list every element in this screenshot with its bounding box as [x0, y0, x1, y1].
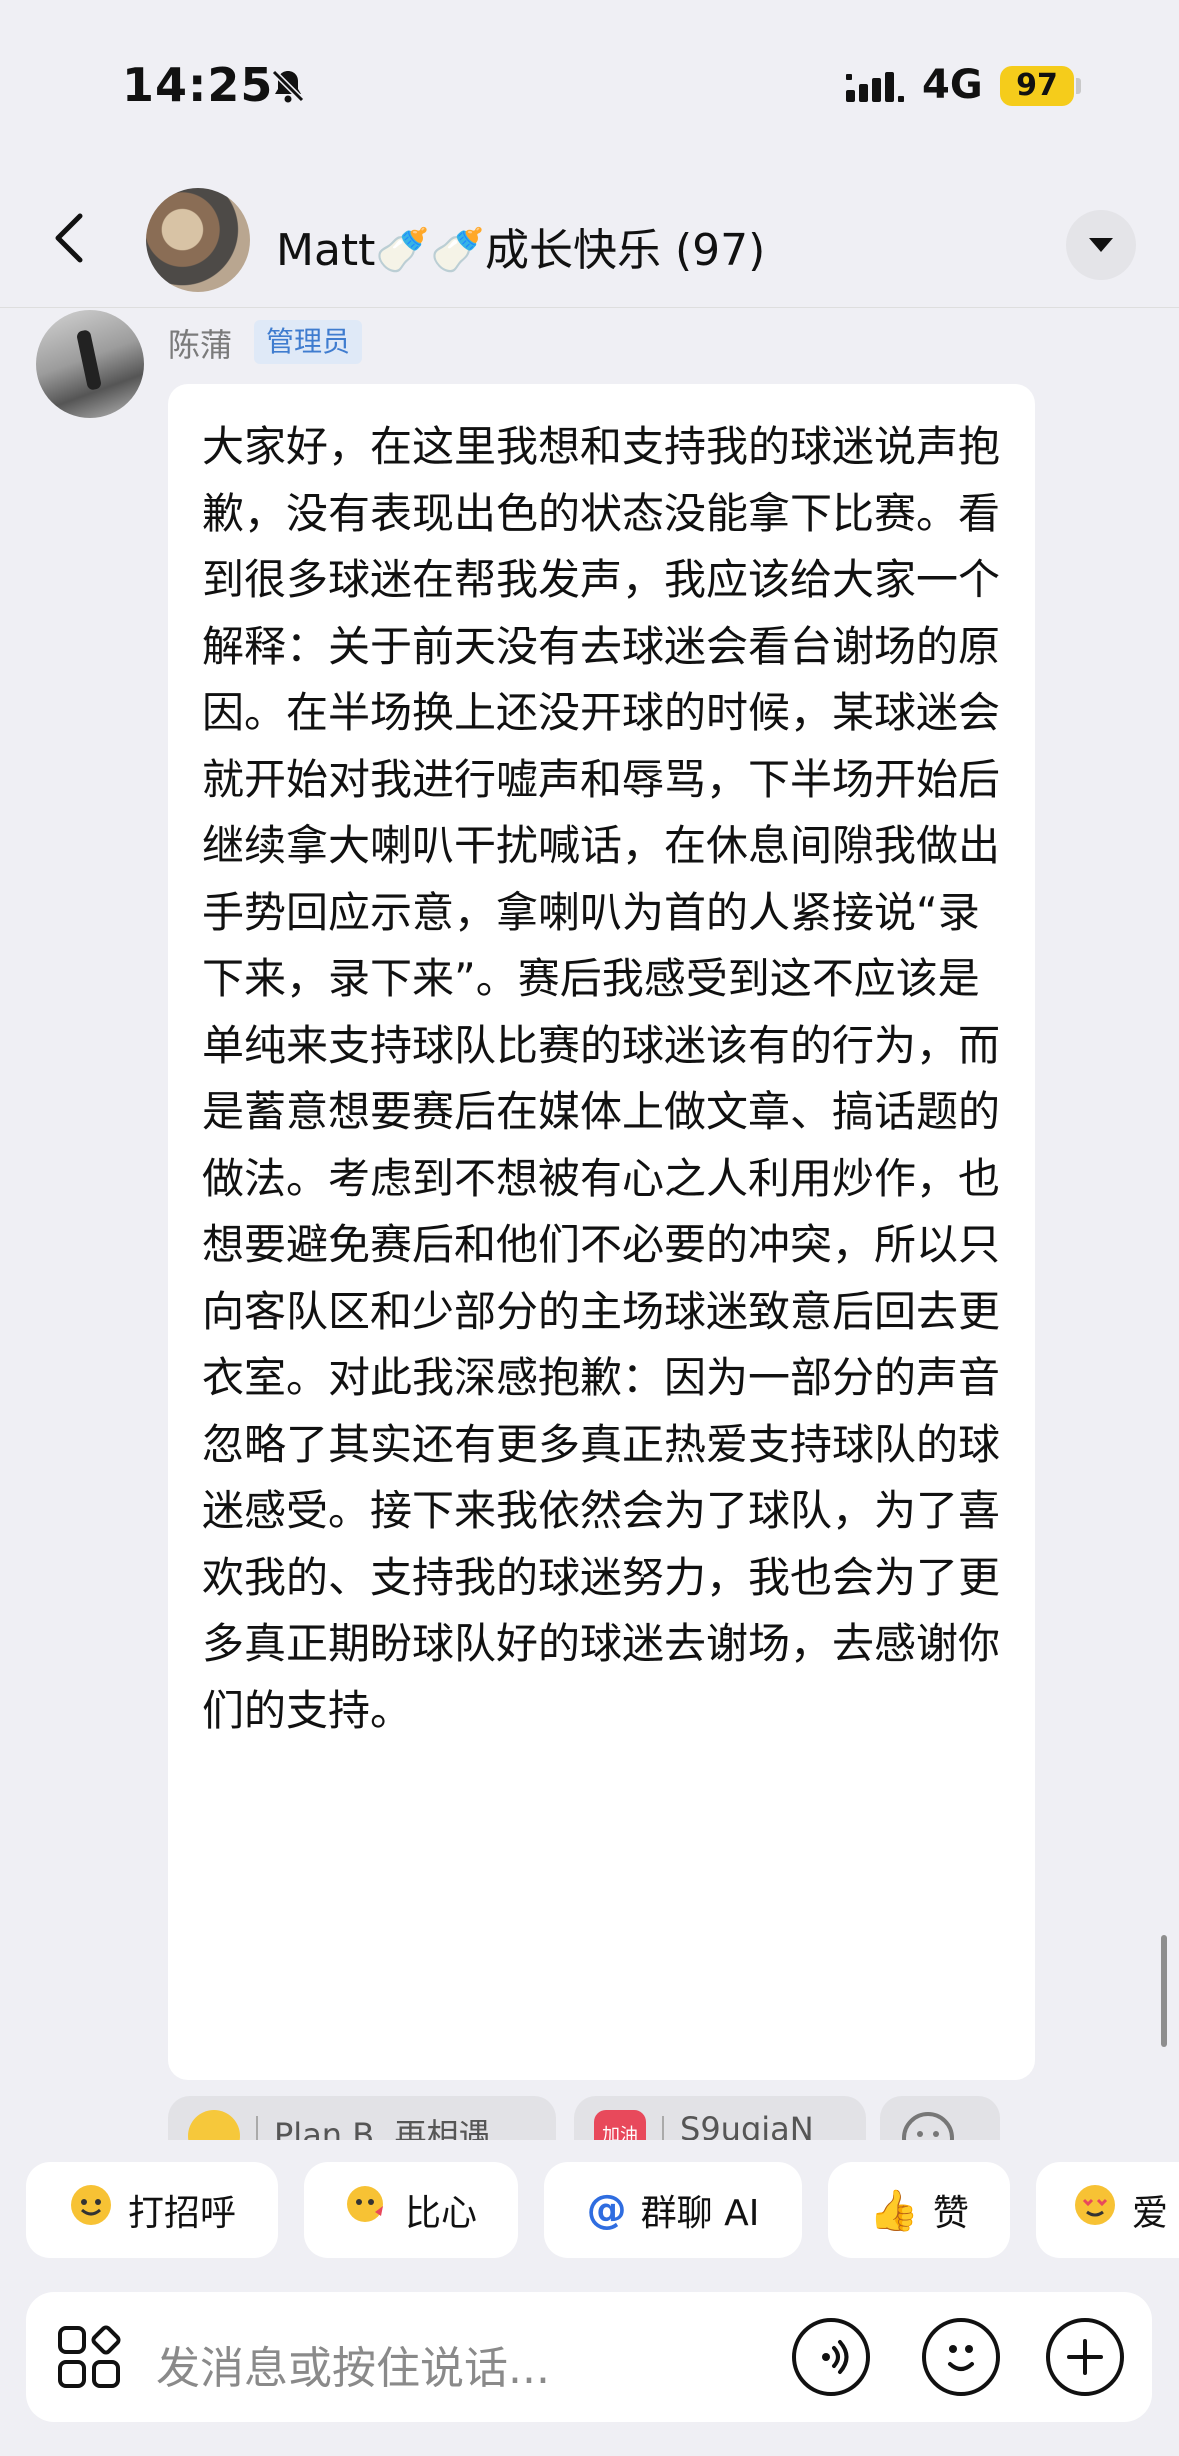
at-icon: @	[586, 2187, 627, 2233]
signal-icon	[846, 72, 904, 102]
quick-action-heart[interactable]: 比心	[304, 2162, 518, 2258]
battery-level: 97	[1000, 66, 1074, 106]
admin-badge: 管理员	[254, 320, 363, 364]
group-title[interactable]: Matt🍼🍼成长快乐 (97)	[276, 214, 765, 278]
quick-actions-bar: 打招呼 比心 @ 群聊 AI 👍 赞 爱	[0, 2162, 1179, 2262]
quick-action-label: 群聊 AI	[640, 2193, 760, 2234]
quick-action-love[interactable]: 爱	[1036, 2162, 1179, 2258]
emoji-button[interactable]	[922, 2318, 1000, 2396]
quick-action-group-ai[interactable]: @ 群聊 AI	[544, 2162, 802, 2258]
battery-tip	[1076, 78, 1081, 94]
quick-action-label: 爱	[1132, 2193, 1169, 2234]
reaction-user: S9uqiaN	[680, 2110, 814, 2140]
chat-header: Matt🍼🍼成长快乐 (97)	[0, 170, 1179, 308]
status-bar: 14:25 4G 97	[0, 0, 1179, 170]
thumbs-up-icon: 👍	[869, 2187, 919, 2234]
message-input-bar: 发消息或按住说话...	[26, 2292, 1152, 2422]
divider	[256, 2116, 258, 2140]
status-time: 14:25	[122, 58, 274, 112]
wave-emoji-icon	[68, 2182, 114, 2238]
voice-wave-icon	[822, 2340, 849, 2374]
reaction-user: Plan B. 再相遇.	[274, 2116, 501, 2140]
cheer-badge-icon: 加油	[594, 2110, 646, 2140]
quick-action-label: 比心	[404, 2193, 477, 2234]
sender-avatar[interactable]	[36, 310, 144, 418]
smiley-icon	[902, 2112, 954, 2140]
message-input[interactable]: 发消息或按住说话...	[156, 2332, 550, 2396]
quick-action-greet[interactable]: 打招呼	[26, 2162, 278, 2258]
quick-action-label: 打招呼	[127, 2193, 236, 2234]
plus-icon	[1067, 2339, 1103, 2375]
group-avatar[interactable]	[146, 188, 250, 292]
bell-muted-icon	[271, 69, 305, 103]
quick-action-label: 赞	[932, 2193, 969, 2234]
crying-emoji-icon	[188, 2110, 240, 2140]
message-text: 大家好，在这里我想和支持我的球迷说声抱歉，没有表现出色的状态没能拿下比赛。看到很…	[202, 422, 1001, 1735]
heart-hands-emoji-icon	[345, 2182, 391, 2238]
reaction-chip[interactable]: 加油 S9uqiaN	[574, 2096, 866, 2140]
sender-name[interactable]: 陈蒲	[168, 320, 232, 366]
plus-button[interactable]	[1046, 2318, 1124, 2396]
divider	[662, 2116, 664, 2140]
apps-grid-icon[interactable]	[56, 2324, 122, 2390]
reactions-row: Plan B. 再相遇. 加油 S9uqiaN	[0, 2090, 1179, 2140]
quick-action-like[interactable]: 👍 赞	[828, 2162, 1010, 2258]
back-arrow-icon[interactable]	[44, 210, 100, 266]
network-type: 4G	[922, 62, 983, 108]
smiley-icon	[948, 2345, 974, 2371]
group-menu-button[interactable]	[1066, 210, 1136, 280]
scrollbar[interactable]	[1161, 1935, 1167, 2047]
chevron-down-icon	[1089, 238, 1113, 252]
message-bubble[interactable]: 大家好，在这里我想和支持我的球迷说声抱歉，没有表现出色的状态没能拿下比赛。看到很…	[168, 384, 1035, 2080]
add-reaction-button[interactable]	[880, 2096, 1000, 2140]
love-emoji-icon	[1072, 2182, 1118, 2238]
reaction-chip[interactable]: Plan B. 再相遇.	[168, 2096, 556, 2140]
voice-button[interactable]	[792, 2318, 870, 2396]
